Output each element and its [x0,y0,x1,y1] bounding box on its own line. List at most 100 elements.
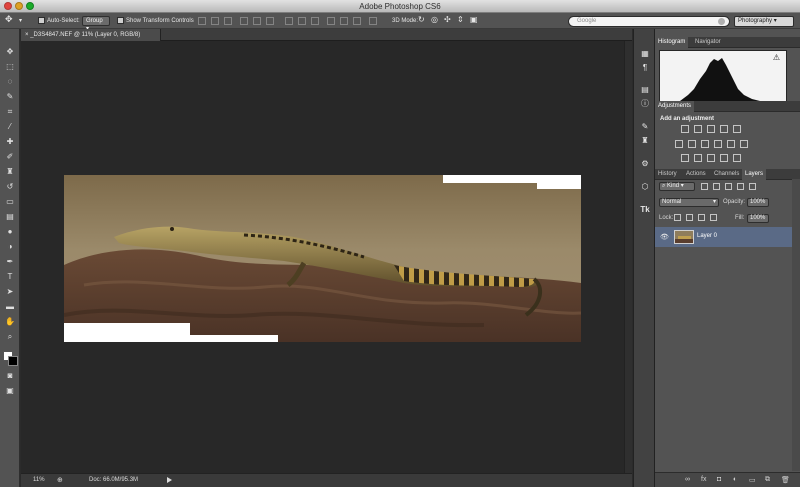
document-image[interactable] [64,175,581,342]
tab-actions[interactable]: Actions [683,169,709,180]
layers-scrollbar[interactable] [792,179,800,471]
new-group-icon[interactable]: ▭ [749,476,756,484]
align-vcenter-icon[interactable] [211,17,219,25]
type-tool-icon[interactable]: T [5,272,15,282]
color-balance-icon[interactable] [701,140,709,148]
clone-source-icon[interactable]: ♜ [640,136,650,146]
filter-shape-icon[interactable] [737,183,744,190]
transform-controls-check[interactable] [117,16,124,24]
levels-icon[interactable] [694,125,702,133]
document-tab[interactable]: × _D3S4847.NEF @ 11% (Layer 0, RGB/8) [21,29,161,41]
gradient-map-icon[interactable] [720,154,728,162]
opacity-input[interactable]: 100% [747,198,769,207]
search-field[interactable]: Google [568,16,730,27]
status-info-icon[interactable]: ⊕ [57,476,63,484]
filter-adjustment-icon[interactable] [713,183,720,190]
auto-select-checkbox[interactable]: Auto-Select: [38,16,80,26]
blur-tool-icon[interactable]: ● [5,227,15,237]
layer-visibility-icon[interactable]: 👁 [660,233,669,241]
align-hcenter-icon[interactable] [253,17,261,25]
3d-slide-icon[interactable]: ⇕ [457,15,464,25]
brush-presets-icon[interactable]: ✎ [640,122,650,132]
histogram-warning-icon[interactable]: ⚠ [773,53,780,62]
distribute-left-icon[interactable] [327,17,335,25]
auto-align-icon[interactable] [369,17,377,25]
filter-type-icon[interactable] [725,183,732,190]
layer-row[interactable]: 👁 Layer 0 [655,227,792,247]
layer-style-icon[interactable]: fx [701,476,706,483]
clear-search-icon[interactable] [718,18,725,25]
tab-adjustments[interactable]: Adjustments [655,101,695,112]
history-brush-tool-icon[interactable]: ↺ [5,182,15,192]
move-tool-icon[interactable]: ✥ [5,47,15,57]
black-white-icon[interactable] [714,140,722,148]
link-layers-icon[interactable]: ∞ [685,476,690,483]
tab-navigator[interactable]: Navigator [692,37,724,48]
auto-select-check[interactable] [38,16,45,24]
channel-mixer-icon[interactable] [740,140,748,148]
quick-mask-icon[interactable]: ◙ [5,371,15,381]
align-left-icon[interactable] [240,17,248,25]
align-bottom-icon[interactable] [224,17,232,25]
tab-channels[interactable]: Channels [711,169,742,180]
tool-presets-icon[interactable]: ⚙ [640,159,650,169]
distribute-vcenter-icon[interactable] [298,17,306,25]
blend-mode-dropdown[interactable]: Normal ▾ [659,198,719,207]
path-selection-tool-icon[interactable]: ➤ [5,287,15,297]
threshold-icon[interactable] [707,154,715,162]
align-right-icon[interactable] [266,17,274,25]
gradient-tool-icon[interactable]: ▤ [5,212,15,222]
tab-history[interactable]: History [655,169,680,180]
lock-all-icon[interactable] [710,214,717,221]
3d-roll-icon[interactable]: ◎ [431,15,438,25]
brightness-contrast-icon[interactable] [681,125,689,133]
delete-layer-icon[interactable]: 🗑 [781,476,790,484]
document-close-icon[interactable]: × [25,32,29,38]
exposure-icon[interactable] [720,125,728,133]
curves-icon[interactable] [707,125,715,133]
3d-pan-icon[interactable]: ✣ [444,15,451,25]
filter-pixel-icon[interactable] [701,183,708,190]
marquee-tool-icon[interactable]: ⬚ [5,62,15,72]
align-top-icon[interactable] [198,17,206,25]
photo-filter-icon[interactable] [727,140,735,148]
clone-stamp-tool-icon[interactable]: ♜ [5,167,15,177]
layer-name[interactable]: Layer 0 [697,233,717,239]
background-color-swatch[interactable] [8,356,18,366]
workspace-switcher[interactable]: Photography ▾ [734,16,794,27]
eyedropper-tool-icon[interactable]: ⁄ [5,122,15,132]
dodge-tool-icon[interactable]: ◑ [5,242,15,252]
eraser-tool-icon[interactable]: ▭ [5,197,15,207]
history-icon[interactable]: ▤ [640,85,650,95]
layer-filter-dropdown[interactable]: ⌕ Kind ▾ [659,182,695,191]
selective-color-icon[interactable] [733,154,741,162]
hand-tool-icon[interactable]: ✋ [5,317,15,327]
3d-scale-icon[interactable]: ▣ [470,15,478,25]
lock-position-icon[interactable] [698,214,705,221]
distribute-right-icon[interactable] [353,17,361,25]
add-mask-icon[interactable]: ◘ [717,476,721,483]
posterize-icon[interactable] [694,154,702,162]
fill-input[interactable]: 100% [747,214,769,223]
quick-selection-tool-icon[interactable]: ✎ [5,92,15,102]
distribute-bottom-icon[interactable] [311,17,319,25]
show-transform-controls-checkbox[interactable]: Show Transform Controls [117,16,194,26]
healing-brush-tool-icon[interactable]: ✚ [5,137,15,147]
auto-select-dropdown[interactable]: Group ▾ [82,16,110,32]
info-icon[interactable]: ⓘ [640,99,650,109]
zoom-level[interactable]: 11% [33,477,45,483]
3d-panel-icon[interactable]: ⬡ [640,182,650,192]
tool-preset-dropdown[interactable]: ▾ [19,16,22,26]
distribute-top-icon[interactable] [285,17,293,25]
crop-tool-icon[interactable]: ⌗ [5,107,15,117]
gradient-triangle-icon[interactable] [733,125,741,133]
brush-tool-icon[interactable]: ✐ [5,152,15,162]
lasso-tool-icon[interactable]: ◌ [5,77,15,87]
invert-icon[interactable] [681,154,689,162]
filter-smart-object-icon[interactable] [749,183,756,190]
status-menu-arrow-icon[interactable] [167,477,172,483]
vibrance-icon[interactable] [675,140,683,148]
new-layer-icon[interactable]: ⧉ [765,476,770,484]
distribute-hcenter-icon[interactable] [340,17,348,25]
paragraph-panel-icon[interactable]: ¶ [640,63,650,73]
